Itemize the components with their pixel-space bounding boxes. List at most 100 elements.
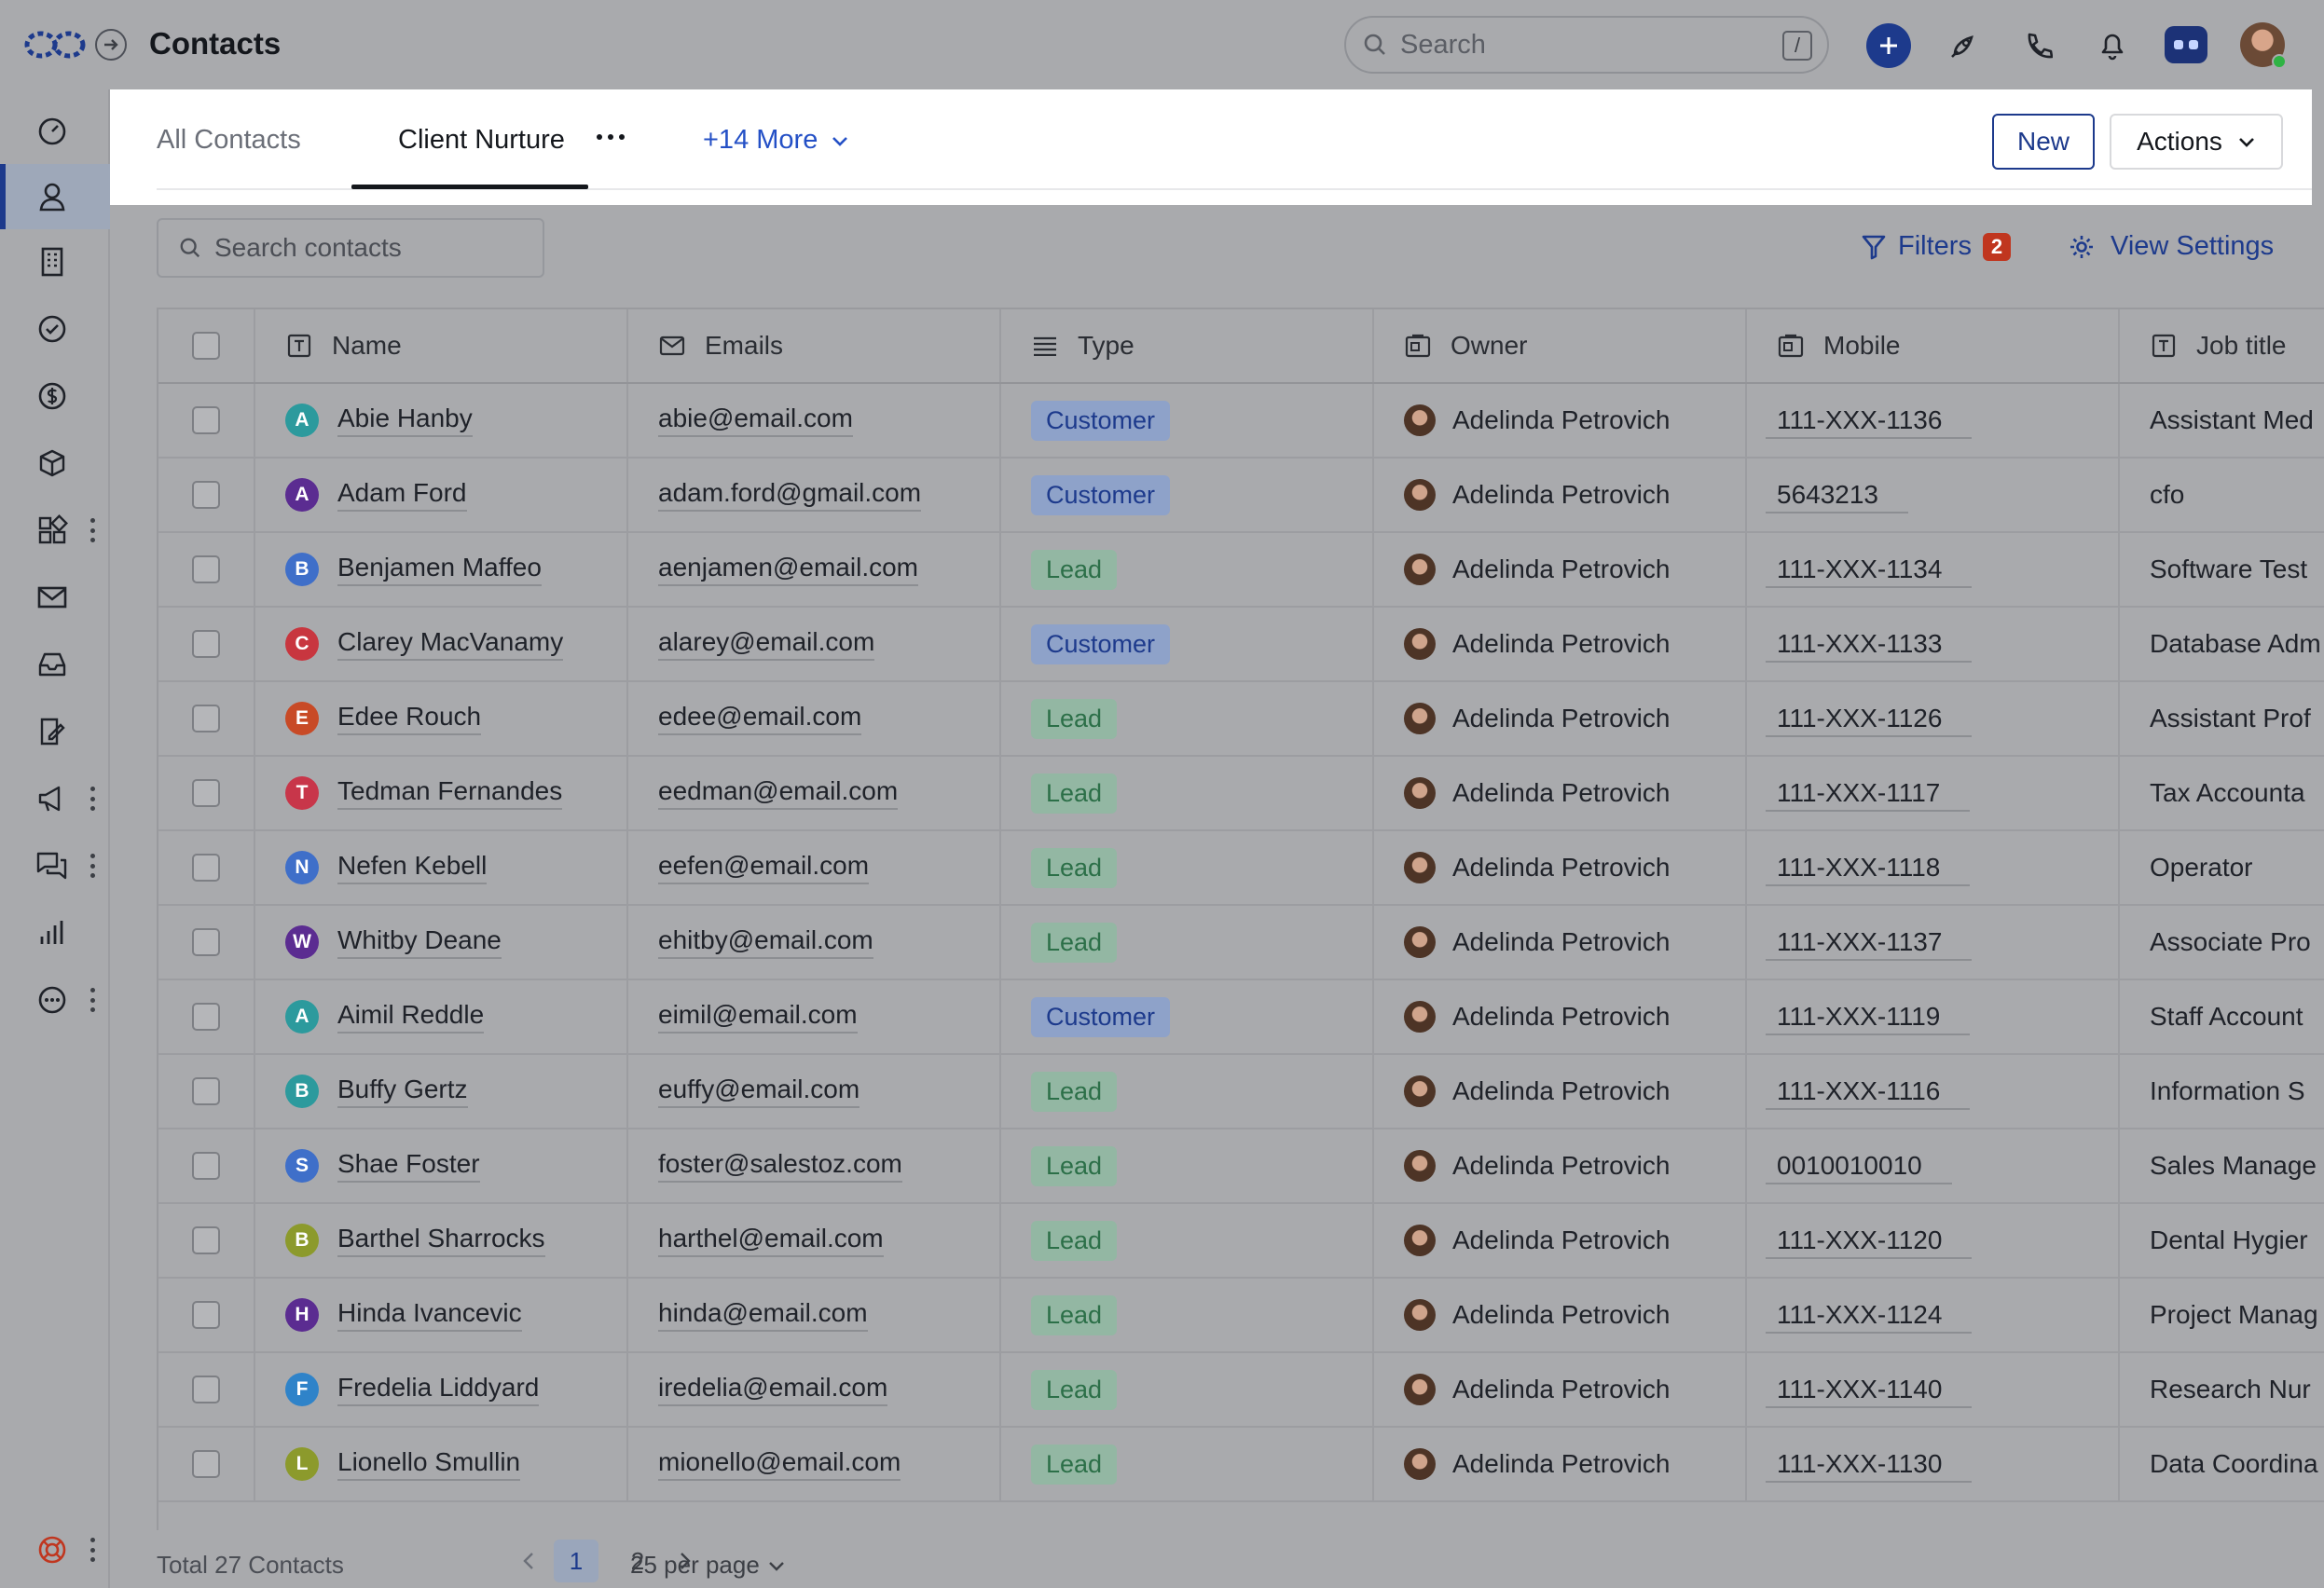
nav-inbox[interactable] — [0, 632, 110, 697]
contact-email-link[interactable]: iredelia@email.com — [658, 1373, 888, 1406]
contact-name-link[interactable]: Clarey MacVanamy — [337, 627, 564, 661]
bell-icon[interactable] — [2093, 26, 2132, 65]
type-badge[interactable]: Customer — [1031, 400, 1171, 441]
phone-icon[interactable] — [2018, 26, 2057, 65]
contact-name-link[interactable]: Edee Rouch — [337, 702, 482, 735]
page-button[interactable]: 1 — [554, 1540, 598, 1582]
contact-email-link[interactable]: eefen@email.com — [658, 851, 870, 884]
per-page-dropdown[interactable]: 25 per page — [630, 1551, 786, 1580]
mobile-number[interactable]: 111-XXX-1126 — [1766, 700, 1973, 737]
contact-name-link[interactable]: Abie Hanby — [337, 404, 473, 437]
table-row[interactable]: A Abie Hanby abie@email.com Customer Adelind… — [158, 384, 2324, 459]
column-header-type[interactable]: Type — [1001, 309, 1374, 382]
nav-companies[interactable] — [0, 229, 110, 294]
table-row[interactable]: T Tedman Fernandes eedman@email.com Lead Ade… — [158, 757, 2324, 831]
mobile-number[interactable]: 111-XXX-1137 — [1766, 924, 1973, 961]
new-contact-button[interactable]: New — [1992, 114, 2095, 170]
owner-name[interactable]: Adelinda Petrovich — [1452, 1076, 1670, 1106]
table-row[interactable]: S Shae Foster foster@salestoz.com Lead Adeli… — [158, 1129, 2324, 1204]
app-logo-icon[interactable] — [24, 28, 86, 62]
owner-name[interactable]: Adelinda Petrovich — [1452, 927, 1670, 957]
expand-sidebar-icon[interactable] — [95, 29, 127, 61]
row-checkbox[interactable] — [192, 1003, 220, 1031]
table-row[interactable]: A Adam Ford adam.ford@gmail.com Customer Ade… — [158, 459, 2324, 533]
contact-name-link[interactable]: Lionello Smullin — [337, 1447, 521, 1481]
more-options-icon[interactable] — [89, 518, 95, 542]
type-badge[interactable]: Lead — [1031, 773, 1118, 814]
table-row[interactable]: B Buffy Gertz euffy@email.com Lead Adelinda … — [158, 1055, 2324, 1129]
contact-name-link[interactable]: Nefen Kebell — [337, 851, 488, 884]
type-badge[interactable]: Lead — [1031, 922, 1118, 963]
contact-name-link[interactable]: Aimil Reddle — [337, 1000, 485, 1034]
type-badge[interactable]: Lead — [1031, 1444, 1118, 1485]
owner-name[interactable]: Adelinda Petrovich — [1452, 1300, 1670, 1330]
contact-name-link[interactable]: Adam Ford — [337, 478, 467, 512]
mobile-number[interactable]: 111-XXX-1120 — [1766, 1222, 1973, 1259]
table-row[interactable]: E Edee Rouch edee@email.com Lead Adelinda Pe… — [158, 682, 2324, 757]
contact-email-link[interactable]: edee@email.com — [658, 702, 862, 735]
user-avatar[interactable] — [2240, 22, 2287, 69]
column-header-job-title[interactable]: Job title — [2120, 309, 2324, 382]
contacts-search-input[interactable]: Search contacts — [157, 218, 544, 278]
contact-email-link[interactable]: aenjamen@email.com — [658, 553, 918, 586]
nav-documents[interactable] — [0, 699, 110, 764]
row-checkbox[interactable] — [192, 1301, 220, 1329]
table-row[interactable]: B Barthel Sharrocks harthel@email.com Lead A… — [158, 1204, 2324, 1279]
nav-contacts[interactable] — [0, 164, 110, 229]
contact-email-link[interactable]: foster@salestoz.com — [658, 1149, 902, 1183]
row-checkbox[interactable] — [192, 481, 220, 509]
owner-name[interactable]: Adelinda Petrovich — [1452, 554, 1670, 584]
ai-assistant-icon[interactable] — [2165, 26, 2207, 63]
row-checkbox[interactable] — [192, 1376, 220, 1403]
row-checkbox[interactable] — [192, 630, 220, 658]
more-options-icon[interactable] — [89, 1538, 95, 1562]
owner-name[interactable]: Adelinda Petrovich — [1452, 1225, 1670, 1255]
type-badge[interactable]: Lead — [1031, 1145, 1118, 1186]
table-row[interactable]: N Nefen Kebell eefen@email.com Lead Adelinda… — [158, 831, 2324, 906]
column-header-name[interactable]: Name — [255, 309, 628, 382]
nav-apps[interactable] — [0, 498, 110, 563]
nav-email[interactable] — [0, 565, 110, 630]
rocket-icon[interactable] — [1944, 26, 1983, 65]
mobile-number[interactable]: 111-XXX-1136 — [1766, 402, 1973, 439]
table-row[interactable]: F Fredelia Liddyard iredelia@email.com Lead… — [158, 1353, 2324, 1428]
nav-more[interactable] — [0, 967, 110, 1033]
owner-name[interactable]: Adelinda Petrovich — [1452, 1002, 1670, 1032]
contact-email-link[interactable]: harthel@email.com — [658, 1224, 884, 1257]
type-badge[interactable]: Customer — [1031, 474, 1171, 515]
nav-products[interactable] — [0, 431, 110, 496]
contact-name-link[interactable]: Benjamen Maffeo — [337, 553, 542, 586]
contact-email-link[interactable]: euffy@email.com — [658, 1075, 860, 1108]
mobile-number[interactable]: 5643213 — [1766, 476, 1909, 513]
row-checkbox[interactable] — [192, 1450, 220, 1478]
nav-conversations[interactable] — [0, 833, 110, 898]
contact-email-link[interactable]: eedman@email.com — [658, 776, 899, 810]
row-checkbox[interactable] — [192, 1152, 220, 1180]
more-options-icon[interactable] — [89, 787, 95, 811]
chevron-left-icon[interactable] — [520, 1551, 537, 1571]
contact-email-link[interactable]: alarey@email.com — [658, 627, 875, 661]
owner-name[interactable]: Adelinda Petrovich — [1452, 480, 1670, 510]
nav-campaigns[interactable] — [0, 766, 110, 831]
table-row[interactable]: B Benjamen Maffeo aenjamen@email.com Lead Ad… — [158, 533, 2324, 608]
tab-options-icon[interactable] — [597, 134, 625, 140]
global-search-input[interactable]: Search / — [1344, 16, 1829, 74]
more-tabs-dropdown[interactable]: +14 More — [703, 125, 849, 156]
tab-all-contacts[interactable]: All Contacts — [157, 125, 301, 156]
type-badge[interactable]: Lead — [1031, 698, 1118, 739]
contact-name-link[interactable]: Whitby Deane — [337, 925, 502, 959]
owner-name[interactable]: Adelinda Petrovich — [1452, 778, 1670, 808]
table-row[interactable]: W Whitby Deane ehitby@email.com Lead Adelind… — [158, 906, 2324, 980]
nav-deals[interactable] — [0, 363, 110, 429]
contact-name-link[interactable]: Shae Foster — [337, 1149, 480, 1183]
owner-name[interactable]: Adelinda Petrovich — [1452, 405, 1670, 435]
type-badge[interactable]: Customer — [1031, 623, 1171, 664]
row-checkbox[interactable] — [192, 705, 220, 732]
tab-client-nurture[interactable]: Client Nurture — [398, 125, 565, 156]
row-checkbox[interactable] — [192, 779, 220, 807]
owner-name[interactable]: Adelinda Petrovich — [1452, 629, 1670, 659]
mobile-number[interactable]: 111-XXX-1117 — [1766, 774, 1971, 812]
mobile-number[interactable]: 111-XXX-1119 — [1766, 998, 1971, 1035]
contact-email-link[interactable]: mionello@email.com — [658, 1447, 901, 1481]
type-badge[interactable]: Lead — [1031, 1071, 1118, 1112]
